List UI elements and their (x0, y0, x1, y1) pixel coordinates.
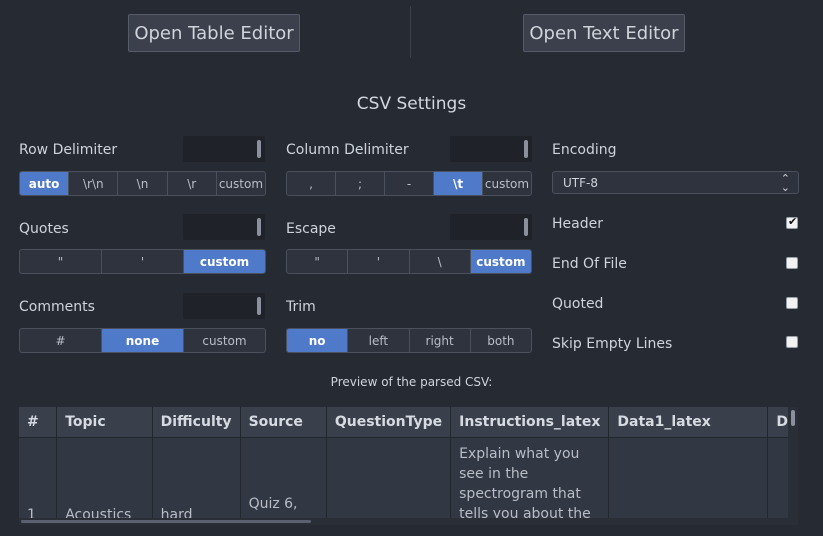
quoted-checkbox[interactable] (786, 297, 798, 309)
table-cell[interactable] (326, 437, 452, 525)
row-delimiter-options: auto \r\n \n \r custom (19, 171, 266, 196)
row-delimiter-option-auto[interactable]: auto (20, 172, 70, 195)
skip-empty-lines-label: Skip Empty Lines (552, 336, 673, 352)
column-delimiter-option-tab[interactable]: \t (434, 172, 483, 195)
trim-label: Trim (286, 299, 316, 315)
horizontal-scrollbar[interactable] (19, 518, 798, 525)
preview-label: Preview of the parsed CSV: (330, 375, 493, 389)
quoted-label: Quoted (552, 296, 604, 312)
table-cell[interactable]: Quiz 6, (240, 437, 327, 525)
column-delimiter-options: , ; - \t custom (286, 171, 532, 196)
skip-empty-lines-checkbox[interactable] (786, 336, 798, 348)
comments-label: Comments (19, 299, 95, 315)
column-header-source[interactable]: Source (240, 407, 327, 438)
escape-options: " ' \ custom (286, 249, 532, 274)
column-header-topic[interactable]: Topic (56, 407, 153, 438)
comments-options: # none custom (19, 328, 266, 353)
open-table-editor-button[interactable]: Open Table Editor (128, 14, 300, 52)
table-cell[interactable]: hard (152, 437, 241, 525)
escape-option-single[interactable]: ' (348, 250, 410, 273)
table-cell[interactable] (608, 437, 769, 525)
row-delimiter-custom-input[interactable] (183, 136, 265, 162)
quotes-custom-input[interactable] (183, 214, 265, 240)
quotes-option-custom[interactable]: custom (184, 250, 265, 273)
quotes-option-double[interactable]: " (20, 250, 102, 273)
row-delimiter-option-custom[interactable]: custom (217, 172, 265, 195)
trim-option-no[interactable]: no (287, 329, 349, 352)
escape-label: Escape (286, 221, 336, 237)
chevron-up-down-icon: ⌃ ⌄ (780, 172, 790, 194)
comments-option-custom[interactable]: custom (184, 329, 265, 352)
column-header-data1-latex[interactable]: Data1_latex (608, 407, 769, 438)
column-header-questiontype[interactable]: QuestionType (326, 407, 452, 438)
trim-options: no left right both (286, 328, 532, 353)
column-delimiter-option-custom[interactable]: custom (483, 172, 531, 195)
column-delimiter-custom-input[interactable] (450, 136, 532, 162)
trim-option-left[interactable]: left (348, 329, 410, 352)
escape-option-custom[interactable]: custom (470, 250, 531, 273)
column-header-instructions-latex[interactable]: Instructions_latex (450, 407, 610, 438)
trim-option-right[interactable]: right (410, 329, 471, 352)
table-cell[interactable]: Explain what you see in the spectrogram … (450, 437, 610, 525)
header-checkbox[interactable]: ✔ (786, 215, 798, 229)
open-text-editor-button[interactable]: Open Text Editor (523, 14, 685, 52)
scrollbar-thumb[interactable] (791, 410, 795, 426)
escape-option-backslash[interactable]: \ (410, 250, 471, 273)
comments-option-hash[interactable]: # (20, 329, 102, 352)
csv-settings-title: CSV Settings (356, 94, 467, 114)
end-of-file-label: End Of File (552, 256, 627, 272)
preview-table: # Topic Difficulty Source QuestionType I… (19, 407, 798, 525)
row-delimiter-label: Row Delimiter (19, 142, 118, 158)
header-label: Header (552, 216, 603, 232)
checkmark-icon: ✔ (788, 215, 798, 228)
quotes-label: Quotes (19, 221, 69, 237)
table-cell[interactable]: 1 (19, 437, 58, 525)
escape-option-double[interactable]: " (287, 250, 349, 273)
trim-option-both[interactable]: both (471, 329, 531, 352)
quotes-option-single[interactable]: ' (102, 250, 184, 273)
table-header-row: # Topic Difficulty Source QuestionType I… (19, 407, 798, 438)
row-delimiter-option-crlf[interactable]: \r\n (69, 172, 119, 195)
encoding-value: UTF-8 (563, 175, 598, 190)
column-delimiter-label: Column Delimiter (286, 142, 409, 158)
vertical-scrollbar[interactable] (788, 407, 798, 518)
column-delimiter-option-semicolon[interactable]: ; (336, 172, 385, 195)
end-of-file-checkbox[interactable] (786, 257, 798, 269)
comments-custom-input[interactable] (183, 293, 265, 319)
quotes-options: " ' custom (19, 249, 266, 274)
column-header-difficulty[interactable]: Difficulty (152, 407, 241, 438)
comments-option-none[interactable]: none (102, 329, 184, 352)
table-row: 1 Acoustics hard Quiz 6, Explain what yo… (19, 437, 798, 525)
escape-custom-input[interactable] (450, 214, 532, 240)
preview-table-container[interactable]: # Topic Difficulty Source QuestionType I… (19, 407, 798, 525)
row-delimiter-option-lf[interactable]: \n (118, 172, 168, 195)
column-delimiter-option-comma[interactable]: , (287, 172, 336, 195)
encoding-label: Encoding (552, 142, 617, 158)
table-cell[interactable]: Acoustics (56, 437, 153, 525)
column-delimiter-option-dash[interactable]: - (385, 172, 434, 195)
encoding-select[interactable]: UTF-8 ⌃ ⌄ (552, 171, 799, 194)
column-header-index[interactable]: # (19, 407, 58, 438)
scrollbar-thumb[interactable] (21, 520, 311, 523)
row-delimiter-option-cr[interactable]: \r (168, 172, 217, 195)
toolbar-divider (410, 6, 411, 58)
